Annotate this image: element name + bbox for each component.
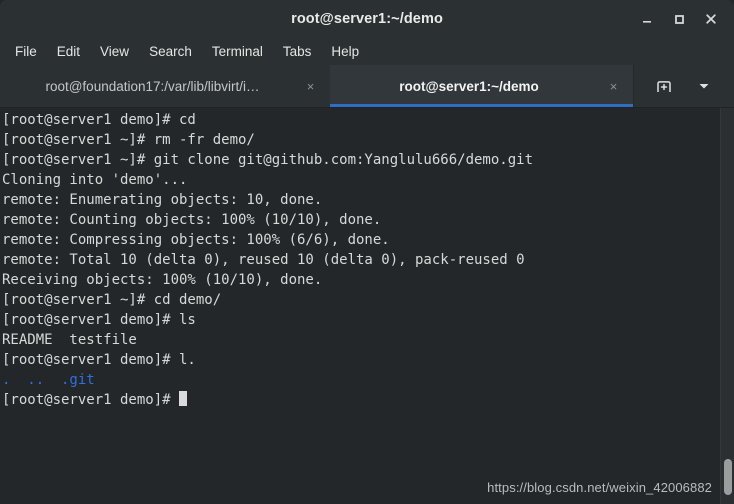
close-button[interactable] [696, 4, 726, 34]
menu-item-tabs[interactable]: Tabs [274, 41, 321, 62]
chevron-down-icon [699, 84, 709, 89]
tab-list-button[interactable] [693, 75, 715, 97]
terminal-line: [root@server1 demo]# l. [2, 352, 196, 368]
terminal-output: [root@server1 demo]# cd [root@server1 ~]#… [0, 108, 734, 410]
tab-foundation17[interactable]: root@foundation17:/var/lib/libvirt/i… × [0, 65, 330, 107]
terminal-line: README testfile [2, 332, 137, 348]
new-tab-button[interactable] [653, 75, 675, 97]
window-controls [632, 0, 726, 38]
menu-item-file[interactable]: File [6, 41, 46, 62]
close-icon [706, 14, 716, 24]
terminal-line: [root@server1 ~]# git clone git@github.c… [2, 152, 534, 168]
terminal-line: remote: Counting objects: 100% (10/10), … [2, 212, 382, 228]
tab-close-icon[interactable]: × [606, 79, 621, 94]
window-title: root@server1:~/demo [291, 11, 443, 27]
tab-server1-demo[interactable]: root@server1:~/demo × [330, 65, 633, 107]
terminal-line: [root@server1 demo]# cd [2, 112, 196, 128]
maximize-button[interactable] [664, 4, 694, 34]
terminal-line: Cloning into 'demo'... [2, 172, 188, 188]
minimize-icon [643, 21, 651, 23]
minimize-button[interactable] [632, 4, 662, 34]
terminal-line: [root@server1 demo]# ls [2, 312, 196, 328]
scrollbar-thumb[interactable] [724, 459, 732, 495]
menu-item-help[interactable]: Help [322, 41, 368, 62]
maximize-icon [675, 15, 684, 24]
terminal-window: root@server1:~/demo File Edit View Searc… [0, 0, 734, 504]
terminal-line: Receiving objects: 100% (10/10), done. [2, 272, 323, 288]
menu-item-terminal[interactable]: Terminal [203, 41, 272, 62]
new-tab-icon [657, 81, 671, 92]
watermark-text: https://blog.csdn.net/weixin_42006882 [487, 480, 712, 495]
terminal-cursor [179, 391, 188, 406]
menu-item-view[interactable]: View [91, 41, 138, 62]
terminal-line: . .. .git [2, 372, 95, 388]
title-bar: root@server1:~/demo [0, 0, 734, 38]
terminal-line: [root@server1 demo]# [2, 390, 734, 410]
tab-bar-actions [633, 65, 734, 107]
menu-item-search[interactable]: Search [140, 41, 201, 62]
menu-bar: File Edit View Search Terminal Tabs Help [0, 38, 734, 65]
terminal-line: remote: Compressing objects: 100% (6/6),… [2, 232, 390, 248]
tab-label: root@server1:~/demo [399, 78, 539, 94]
tab-label: root@foundation17:/var/lib/libvirt/i… [45, 78, 260, 94]
terminal-line: remote: Enumerating objects: 10, done. [2, 192, 323, 208]
tab-close-icon[interactable]: × [303, 79, 318, 94]
terminal-line: [root@server1 ~]# rm -fr demo/ [2, 132, 255, 148]
tab-bar: root@foundation17:/var/lib/libvirt/i… × … [0, 65, 734, 108]
terminal-line: remote: Total 10 (delta 0), reused 10 (d… [2, 252, 525, 268]
terminal-scrollbar[interactable] [720, 108, 734, 504]
menu-item-edit[interactable]: Edit [48, 41, 89, 62]
terminal-line: [root@server1 ~]# cd demo/ [2, 292, 222, 308]
terminal-body[interactable]: [root@server1 demo]# cd [root@server1 ~]#… [0, 108, 734, 504]
